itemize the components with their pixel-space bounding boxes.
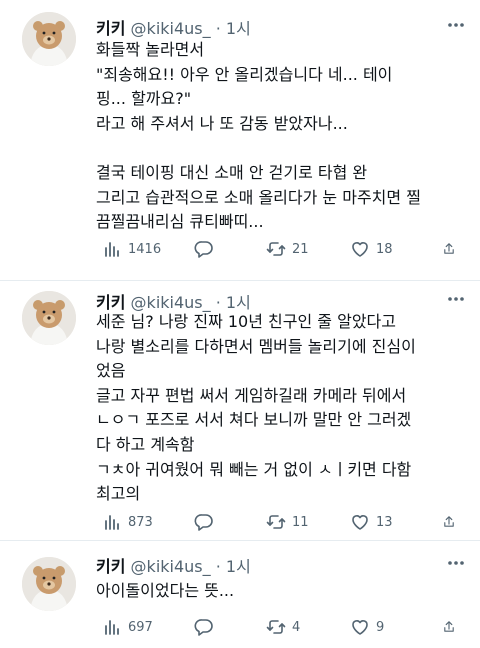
timestamp[interactable]: 1시 — [226, 19, 251, 38]
share-button[interactable] — [442, 237, 462, 261]
views-count: 697 — [128, 619, 153, 635]
retweet-count: 21 — [292, 241, 309, 257]
retweet-icon — [266, 242, 286, 256]
heart-icon — [352, 620, 368, 635]
retweet-button[interactable]: 4 — [266, 615, 300, 639]
views-button[interactable]: 873 — [102, 510, 153, 534]
more-icon[interactable] — [446, 17, 466, 33]
heart-icon — [352, 242, 368, 257]
retweet-button[interactable]: 21 — [266, 237, 309, 261]
like-count: 9 — [376, 619, 385, 635]
tweet-text: 화들짝 놀라면서 "죄송해요!! 아우 안 올리겠습니다 네... 테이 핑..… — [96, 40, 421, 232]
views-button[interactable]: 1416 — [102, 237, 161, 261]
action-bar: 1416 21 18 — [96, 237, 480, 261]
action-bar: 697 4 9 — [96, 615, 480, 639]
teddy-bear-avatar-image — [22, 557, 76, 611]
bar-chart-icon — [105, 620, 119, 635]
display-name[interactable]: 키키 — [96, 557, 125, 576]
like-button[interactable]: 18 — [350, 237, 393, 261]
tweet-header: 키키 @kiki4us_ · 1시 — [96, 15, 251, 39]
like-count: 13 — [376, 514, 393, 530]
retweet-button[interactable]: 11 — [266, 510, 309, 534]
comment-icon — [194, 514, 213, 531]
bar-chart-icon — [105, 242, 119, 257]
more-icon[interactable] — [446, 555, 466, 571]
display-name[interactable]: 키키 — [96, 19, 125, 38]
more-icon[interactable] — [446, 291, 466, 307]
share-button[interactable] — [442, 615, 462, 639]
retweet-count: 4 — [292, 619, 301, 635]
separator-dot: · — [215, 557, 221, 576]
share-icon — [444, 621, 454, 632]
comment-icon — [194, 241, 213, 258]
tweet-header: 키키 @kiki4us_ · 1시 — [96, 553, 251, 577]
timestamp[interactable]: 1시 — [226, 557, 251, 576]
tweet-2[interactable]: 키키 @kiki4us_ · 1시 세준 님? 나랑 진짜 10년 친구인 줄 … — [0, 281, 480, 540]
bar-chart-icon — [105, 515, 119, 530]
tweet-text: 아이돌이었다는 뜻... — [96, 581, 235, 600]
teddy-bear-avatar-image — [22, 291, 76, 345]
retweet-count: 11 — [292, 514, 309, 530]
reply-button[interactable] — [194, 237, 220, 261]
teddy-bear-avatar-image — [22, 12, 76, 66]
like-button[interactable]: 13 — [350, 510, 393, 534]
share-button[interactable] — [442, 510, 462, 534]
comment-icon — [194, 619, 213, 636]
tweet-3[interactable]: 키키 @kiki4us_ · 1시 아이돌이었다는 뜻... 697 4 9 — [0, 541, 480, 648]
action-bar: 873 11 13 — [96, 510, 480, 534]
reply-button[interactable] — [194, 510, 220, 534]
tweet-1[interactable]: 키키 @kiki4us_ · 1시 화들짝 놀라면서 "죄송해요!! 아우 안 … — [0, 0, 480, 280]
separator-dot: · — [215, 19, 221, 38]
reply-button[interactable] — [194, 615, 220, 639]
heart-icon — [352, 515, 368, 530]
views-count: 1416 — [128, 241, 162, 257]
like-count: 18 — [376, 241, 393, 257]
user-handle[interactable]: @kiki4us_ — [131, 557, 211, 576]
share-icon — [444, 243, 454, 254]
views-count: 873 — [128, 514, 153, 530]
retweet-icon — [266, 515, 286, 529]
share-icon — [444, 516, 454, 527]
avatar[interactable] — [22, 557, 76, 611]
avatar[interactable] — [22, 291, 76, 345]
like-button[interactable]: 9 — [350, 615, 384, 639]
views-button[interactable]: 697 — [102, 615, 153, 639]
user-handle[interactable]: @kiki4us_ — [131, 19, 211, 38]
retweet-icon — [266, 620, 286, 634]
tweet-text: 세준 님? 나랑 진짜 10년 친구인 줄 알았다고 나랑 별소리를 다하면서 … — [96, 312, 416, 504]
avatar[interactable] — [22, 12, 76, 66]
